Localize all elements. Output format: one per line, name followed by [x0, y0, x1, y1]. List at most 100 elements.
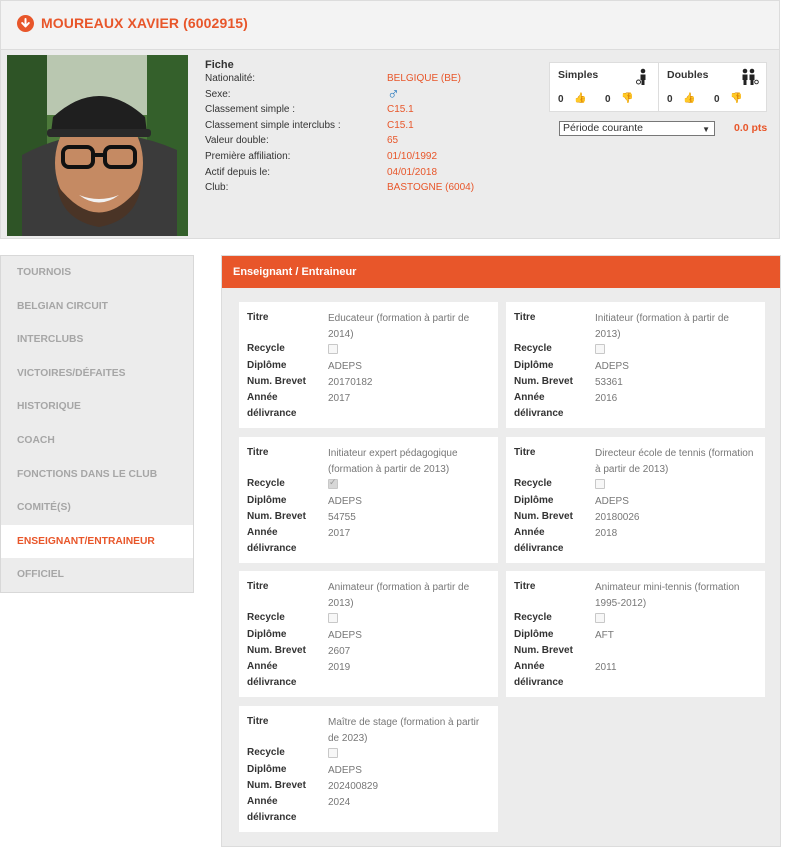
player-info: Fiche Nationalité: BELGIQUE (BE) Sexe: ♂… — [205, 59, 474, 198]
annee-label: Année — [514, 527, 545, 538]
info-label: Valeur double: — [205, 135, 269, 147]
brevet-label: Num. Brevet — [247, 780, 306, 791]
info-row-nationality: Nationalité: BELGIQUE (BE) — [205, 73, 461, 89]
info-row-sex: Sexe: ♂ — [205, 84, 400, 105]
info-label: Nationalité: — [205, 73, 256, 84]
sidebar-item-comites[interactable]: COMITÉ(S) — [1, 491, 193, 525]
sidebar-item-victoires-defaites[interactable]: VICTOIRES/DÉFAITES — [1, 357, 193, 391]
delivrance-label: délivrance — [514, 677, 564, 688]
delivrance-label: délivrance — [514, 543, 564, 554]
annee-value: 2024 — [328, 797, 351, 808]
delivrance-label: délivrance — [247, 543, 297, 554]
simples-losses-count: 0 — [605, 94, 611, 105]
delivrance-label: délivrance — [247, 677, 297, 688]
info-row-ranking-single: Classement simple : C15.1 — [205, 104, 414, 120]
delivrance-label: délivrance — [514, 408, 564, 419]
brevet-value: 54755 — [328, 512, 356, 523]
player-name-title: MOUREAUX XAVIER (6002915) — [41, 15, 248, 31]
info-row-club: Club: BASTOGNE (6004) — [205, 182, 474, 198]
coach-diplomas-panel: Enseignant / Entraineur Titre Educateur … — [221, 255, 781, 847]
recycle-checkbox — [328, 613, 338, 623]
male-icon: ♂ — [387, 83, 400, 103]
period-selected-value: Période courante — [563, 122, 643, 134]
delivrance-label: délivrance — [247, 812, 297, 823]
sidebar-item-fonctions-club[interactable]: FONCTIONS DANS LE CLUB — [1, 458, 193, 492]
info-row-active-since: Actif depuis le: 04/01/2018 — [205, 167, 437, 183]
brevet-label: Num. Brevet — [247, 376, 306, 387]
diplome-value: ADEPS — [328, 630, 362, 641]
annee-label: Année — [247, 796, 278, 807]
annee-value: 2019 — [328, 662, 351, 673]
recycle-checkbox — [328, 477, 338, 489]
info-label: Classement simple : — [205, 104, 296, 116]
recycle-label: Recycle — [514, 343, 552, 354]
brevet-value: 20170182 — [328, 377, 373, 388]
thumbs-down-icon: 👎 — [730, 93, 743, 104]
double-players-icon — [739, 68, 759, 91]
recycle-checkbox — [595, 479, 605, 489]
recycle-label: Recycle — [247, 343, 285, 354]
recycle-checkbox — [595, 613, 605, 623]
titre-label: Titre — [514, 581, 536, 592]
annee-value: 2011 — [595, 662, 617, 673]
brevet-value: 2607 — [328, 646, 351, 657]
club-link[interactable]: BASTOGNE (6004) — [387, 182, 474, 193]
diplome-label: Diplôme — [247, 495, 287, 506]
sidebar-item-tournois[interactable]: TOURNOIS — [1, 256, 193, 290]
double-value[interactable]: 65 — [387, 135, 398, 146]
info-label: Première affiliation: — [205, 150, 291, 162]
recycle-checkbox — [328, 748, 338, 758]
titre-label: Titre — [247, 581, 269, 592]
collapse-arrow-icon[interactable] — [17, 15, 34, 32]
titre-value: Initiateur (formation à partir de 2013) — [595, 313, 729, 340]
diplome-value: AFT — [595, 630, 614, 641]
brevet-value: 20180026 — [595, 512, 640, 523]
sidebar-item-interclubs[interactable]: INTERCLUBS — [1, 323, 193, 357]
simples-wins-count: 0 — [558, 94, 564, 105]
points-value: 0.0 pts — [734, 122, 768, 134]
diplome-value: ADEPS — [595, 496, 629, 507]
profile-card: Fiche Nationalité: BELGIQUE (BE) Sexe: ♂… — [0, 50, 780, 239]
annee-value: 2018 — [595, 528, 618, 539]
diplome-value: ADEPS — [328, 361, 362, 372]
info-label: Club: — [205, 182, 229, 194]
diploma-card: Titre Initiateur (formation à partir de … — [506, 302, 765, 428]
annee-label: Année — [247, 661, 278, 672]
titre-label: Titre — [247, 312, 269, 323]
fiche-title: Fiche — [205, 59, 234, 71]
diploma-card: Titre Animateur mini-tennis (formation 1… — [506, 571, 765, 697]
nationality-link[interactable]: BELGIQUE (BE) — [387, 73, 461, 84]
diploma-card: Titre Initiateur expert pédagogique (for… — [239, 437, 498, 563]
titre-value: Initiateur expert pédagogique (formation… — [328, 448, 458, 475]
sidebar-item-historique[interactable]: HISTORIQUE — [1, 390, 193, 424]
player-photo — [7, 55, 188, 236]
titre-value: Animateur (formation à partir de 2013) — [328, 582, 470, 609]
doubles-wins-count: 0 — [667, 94, 673, 105]
period-select[interactable]: Période courante ▼ — [559, 121, 715, 136]
panel-title: Enseignant / Entraineur — [222, 256, 780, 288]
sidebar-item-coach[interactable]: COACH — [1, 424, 193, 458]
titre-label: Titre — [247, 447, 269, 458]
sidebar-item-belgian-circuit[interactable]: BELGIAN CIRCUIT — [1, 290, 193, 324]
doubles-losses-count: 0 — [714, 94, 720, 105]
brevet-label: Num. Brevet — [514, 376, 573, 387]
player-header: MOUREAUX XAVIER (6002915) — [0, 0, 780, 50]
titre-label: Titre — [514, 447, 536, 458]
diplome-label: Diplôme — [514, 360, 554, 371]
ranking-interclubs-link[interactable]: C15.1 — [387, 120, 414, 131]
titre-value: Directeur école de tennis (formation à p… — [595, 448, 754, 475]
titre-value: Educateur (formation à partir de 2014) — [328, 313, 470, 340]
sidebar-item-enseignant-entraineur[interactable]: ENSEIGNANT/ENTRAINEUR — [1, 524, 193, 559]
brevet-label: Num. Brevet — [514, 511, 573, 522]
diplome-label: Diplôme — [514, 495, 554, 506]
diplome-value: ADEPS — [328, 765, 362, 776]
sidebar-item-officiel[interactable]: OFFICIEL — [1, 558, 193, 592]
sidebar-nav: TOURNOIS BELGIAN CIRCUIT INTERCLUBS VICT… — [0, 255, 194, 593]
diplome-value: ADEPS — [595, 361, 629, 372]
ranking-single-link[interactable]: C15.1 — [387, 104, 414, 115]
delivrance-label: délivrance — [247, 408, 297, 419]
diplome-label: Diplôme — [514, 629, 554, 640]
diploma-card: Titre Maître de stage (formation à parti… — [239, 706, 498, 832]
diploma-card: Titre Animateur (formation à partir de 2… — [239, 571, 498, 697]
simples-stats: Simples 0 👍 0 👎 — [550, 63, 659, 111]
